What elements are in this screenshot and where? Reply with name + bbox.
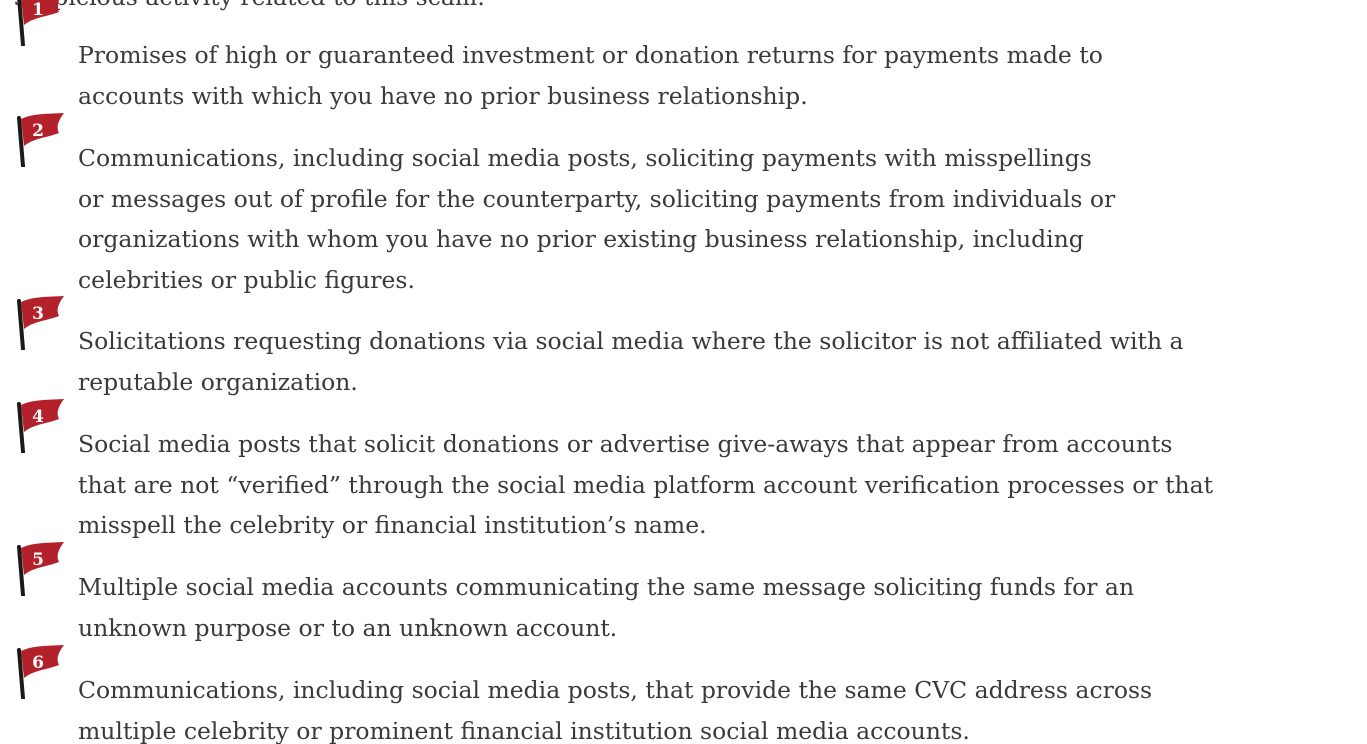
- intro-text: suspicious activity related to this scam…: [14, 0, 485, 11]
- list-item-line: reputable organization.: [78, 367, 358, 396]
- red-flag-icon: 3: [12, 294, 72, 350]
- red-flag-6-graphic: 6: [17, 645, 64, 699]
- list-item-line: Multiple social media accounts communica…: [78, 573, 1135, 601]
- list-item-line: unknown purpose or to an unknown account…: [78, 613, 618, 642]
- flag-number: 5: [32, 550, 44, 570]
- list-item: Promises of high or guaranteed investmen…: [78, 35, 1103, 116]
- list-item-line: Promises of high or guaranteed investmen…: [78, 41, 1103, 69]
- red-flag-icon: 2: [12, 111, 72, 167]
- list-item: Communications, including social media p…: [78, 138, 1115, 300]
- list-item-line: accounts with which you have no prior bu…: [78, 81, 808, 110]
- list-item-line: Communications, including social media p…: [78, 144, 1092, 172]
- document-page: suspicious activity related to this scam…: [0, 0, 1367, 744]
- list-item-line: multiple celebrity or prominent financia…: [78, 716, 970, 744]
- list-item-line: organizations with whom you have no prio…: [78, 225, 1084, 253]
- list-item-line: Communications, including social media p…: [78, 676, 1153, 704]
- red-flag-icon: 6: [12, 643, 72, 699]
- list-item: Communications, including social media p…: [78, 670, 1152, 744]
- red-flag-icon: 1: [12, 0, 72, 46]
- list-item-line: Social media posts that solicit donation…: [78, 430, 1173, 458]
- list-item: Multiple social media accounts communica…: [78, 567, 1134, 648]
- list-item-line: or messages out of profile for the count…: [78, 184, 1116, 213]
- list-item: Solicitations requesting donations via s…: [78, 321, 1184, 402]
- red-flag-icon: 4: [12, 397, 72, 453]
- list-item-line: Solicitations requesting donations via s…: [78, 327, 1184, 355]
- list-item-line: celebrities or public figures.: [78, 265, 415, 294]
- red-flag-4-graphic: 4: [17, 399, 64, 453]
- list-item: Social media posts that solicit donation…: [78, 424, 1213, 546]
- list-item-line: misspell the celebrity or financial inst…: [78, 511, 707, 539]
- flag-number: 4: [32, 407, 44, 427]
- red-flag-1-graphic: 1: [17, 0, 60, 46]
- flag-number: 6: [32, 653, 44, 673]
- red-flag-2-graphic: 2: [17, 113, 64, 167]
- red-flag-5-graphic: 5: [17, 542, 64, 596]
- flag-number: 1: [32, 0, 44, 20]
- flag-number: 2: [32, 121, 44, 141]
- flag-number: 3: [32, 304, 44, 324]
- red-flag-3-graphic: 3: [17, 296, 64, 350]
- list-item-line: that are not “verified” through the soci…: [78, 470, 1214, 499]
- red-flag-icon: 5: [12, 540, 72, 596]
